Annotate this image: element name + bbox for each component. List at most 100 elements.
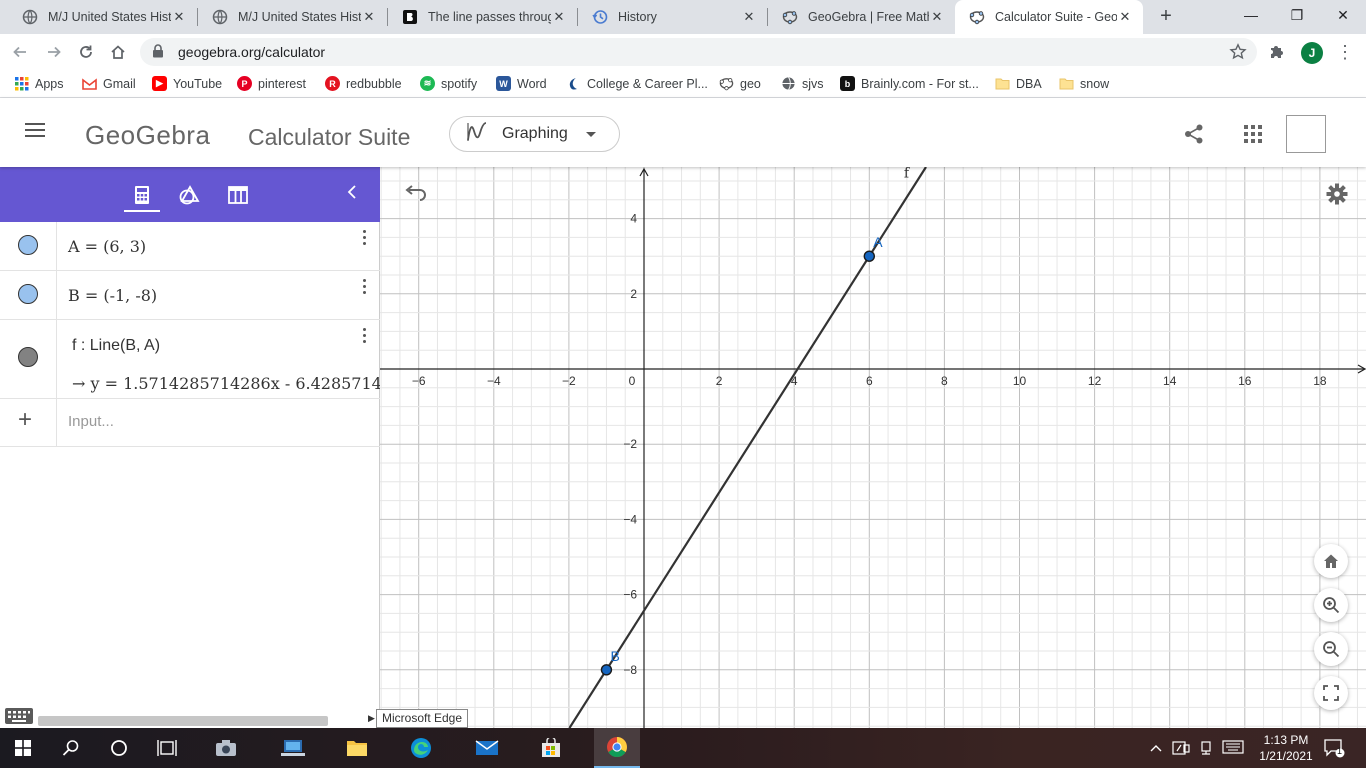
- cortana-icon[interactable]: [96, 728, 142, 768]
- tab-title: Calculator Suite - GeoG: [995, 10, 1117, 24]
- browser-tab[interactable]: GeoGebra | Free Math A ✕: [768, 0, 955, 34]
- gear-icon[interactable]: [1326, 183, 1348, 210]
- brainly-icon: [402, 9, 418, 25]
- close-tab-icon[interactable]: ✕: [171, 9, 187, 25]
- plus-icon[interactable]: +: [18, 408, 32, 432]
- more-vert-icon[interactable]: [363, 279, 367, 297]
- bookmark-star-icon[interactable]: [1229, 43, 1247, 64]
- calculator-icon[interactable]: [129, 183, 155, 207]
- algebra-output: → y = 1.5714285714286x - 6.4285714286: [72, 374, 380, 393]
- close-tab-icon[interactable]: ✕: [361, 9, 377, 25]
- camera-app-icon[interactable]: [203, 728, 249, 768]
- share-icon[interactable]: [1183, 123, 1205, 150]
- bookmark-apps[interactable]: Apps: [14, 76, 64, 91]
- algebra-input[interactable]: Input...: [68, 413, 114, 430]
- geogebra-logo[interactable]: GeoGebra: [85, 120, 210, 151]
- bookmark-pinterest[interactable]: P pinterest: [237, 76, 306, 91]
- home-view-button[interactable]: [1314, 544, 1348, 578]
- algebra-input-row[interactable]: + Input...: [0, 399, 380, 447]
- bookmark-word[interactable]: W Word: [496, 76, 547, 91]
- laptop-app-icon[interactable]: [270, 728, 316, 768]
- user-image-placeholder[interactable]: [1286, 115, 1326, 153]
- restore-icon[interactable]: ❐: [1274, 0, 1320, 32]
- scroll-right-arrow-icon[interactable]: ▶: [368, 713, 375, 724]
- zoom-out-button[interactable]: [1314, 632, 1348, 666]
- close-tab-icon[interactable]: ✕: [929, 9, 945, 25]
- browser-tab[interactable]: M/J United States Histo ✕: [8, 0, 197, 34]
- apps-grid-icon[interactable]: [1244, 125, 1262, 148]
- keyboard-tray-icon[interactable]: [1222, 740, 1244, 757]
- tools-shapes-icon[interactable]: [176, 183, 202, 207]
- mail-app-icon[interactable]: [464, 728, 510, 768]
- visibility-toggle[interactable]: [18, 284, 38, 304]
- visibility-toggle[interactable]: [18, 347, 38, 367]
- search-icon[interactable]: [48, 728, 94, 768]
- close-window-icon[interactable]: ✕: [1320, 0, 1366, 32]
- chevron-up-icon[interactable]: [1150, 740, 1162, 755]
- chrome-browser-icon[interactable]: [594, 728, 640, 768]
- back-button[interactable]: [6, 38, 34, 66]
- browser-tab[interactable]: M/J United States Histo ✕: [198, 0, 387, 34]
- algebra-row[interactable]: B = (-1, -8): [0, 271, 380, 320]
- horizontal-scrollbar[interactable]: [0, 711, 380, 728]
- network-icon[interactable]: [1198, 740, 1214, 759]
- bookmark-folder-snow[interactable]: snow: [1059, 76, 1109, 91]
- close-tab-icon[interactable]: ✕: [551, 9, 567, 25]
- home-button[interactable]: [104, 38, 132, 66]
- more-vert-icon[interactable]: [363, 328, 367, 346]
- algebra-row[interactable]: A = (6, 3): [0, 222, 380, 271]
- minimize-icon[interactable]: —: [1228, 0, 1274, 32]
- file-explorer-icon[interactable]: [334, 728, 380, 768]
- browser-tab-active[interactable]: Calculator Suite - GeoG ✕: [955, 0, 1143, 34]
- close-tab-icon[interactable]: ✕: [1117, 9, 1133, 25]
- bookmark-geo[interactable]: geo: [719, 76, 761, 91]
- undo-icon[interactable]: [404, 185, 428, 208]
- algebra-expression[interactable]: f : Line(B, A): [72, 337, 160, 355]
- table-icon[interactable]: [225, 183, 251, 207]
- bookmark-sjvs[interactable]: sjvs: [781, 76, 824, 91]
- close-tab-icon[interactable]: ✕: [741, 9, 757, 25]
- extensions-puzzle-icon[interactable]: [1268, 43, 1286, 66]
- bookmark-youtube[interactable]: ▶ YouTube: [152, 76, 222, 91]
- bookmark-brainly[interactable]: b Brainly.com - For st...: [840, 76, 979, 91]
- app-picker-label: Graphing: [502, 125, 568, 142]
- chevron-left-icon[interactable]: [346, 184, 358, 205]
- geogebra-icon: [782, 9, 798, 25]
- graphics-view[interactable]: −6 −4 −2 0 2 4 6 8 10 12 14 16 18 4 2 −2 −4 −6 −8 f A B: [380, 167, 1366, 728]
- bookmark-spotify[interactable]: ≋ spotify: [420, 76, 477, 91]
- fullscreen-button[interactable]: [1314, 676, 1348, 710]
- more-vert-icon[interactable]: [363, 230, 367, 248]
- bookmark-redbubble[interactable]: R redbubble: [325, 76, 402, 91]
- edge-browser-icon[interactable]: [398, 728, 444, 768]
- reload-button[interactable]: [72, 38, 100, 66]
- visibility-toggle[interactable]: [18, 235, 38, 255]
- address-bar[interactable]: geogebra.org/calculator: [140, 38, 1257, 66]
- more-vert-icon[interactable]: ⋮: [1336, 42, 1354, 62]
- store-app-icon[interactable]: [528, 728, 574, 768]
- app-picker-dropdown[interactable]: Graphing: [449, 116, 620, 152]
- new-tab-button[interactable]: +: [1154, 5, 1178, 29]
- zoom-in-button[interactable]: [1314, 588, 1348, 622]
- bookmark-gmail[interactable]: Gmail: [82, 76, 136, 91]
- profile-avatar[interactable]: J: [1301, 42, 1323, 64]
- bookmark-college[interactable]: College & Career Pl...: [566, 76, 708, 91]
- keyboard-icon[interactable]: [5, 708, 33, 724]
- algebra-expression[interactable]: B = (-1, -8): [68, 286, 157, 305]
- graph-canvas[interactable]: −6 −4 −2 0 2 4 6 8 10 12 14 16 1842−2−4−6−8fAB: [380, 167, 1366, 728]
- menu-icon[interactable]: [25, 123, 45, 141]
- geogebra-icon: [719, 76, 734, 91]
- browser-tab[interactable]: The line passes through ✕: [388, 0, 577, 34]
- bookmark-folder-dba[interactable]: DBA: [995, 76, 1042, 91]
- task-view-icon[interactable]: [144, 728, 190, 768]
- algebra-expression[interactable]: A = (6, 3): [68, 237, 146, 256]
- scrollbar-thumb[interactable]: [38, 716, 328, 726]
- y-tick-label: −6: [623, 588, 637, 602]
- taskbar-clock[interactable]: 1:13 PM 1/21/2021: [1252, 732, 1320, 764]
- home-icon: [111, 45, 125, 59]
- algebra-row[interactable]: f : Line(B, A) → y = 1.5714285714286x - …: [0, 320, 380, 399]
- forward-button[interactable]: [40, 38, 68, 66]
- browser-tab[interactable]: History ✕: [578, 0, 767, 34]
- action-center-icon[interactable]: 1: [1323, 738, 1345, 761]
- windows-start-icon[interactable]: [0, 728, 46, 768]
- device-manager-icon[interactable]: [1172, 740, 1190, 759]
